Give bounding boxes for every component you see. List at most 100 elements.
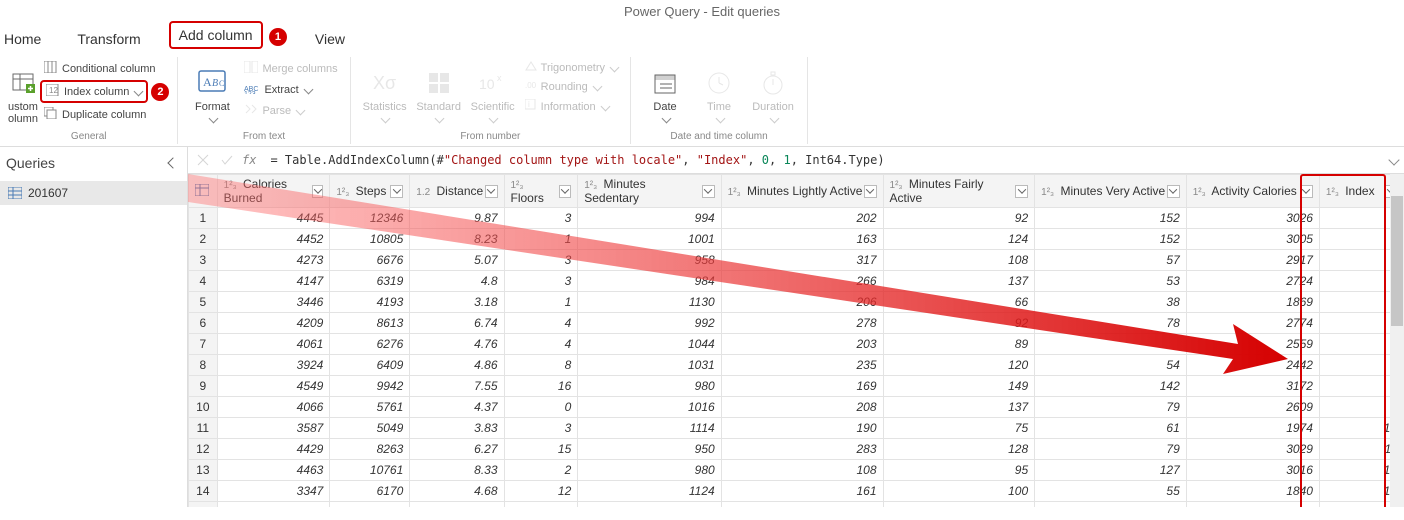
date-button[interactable]: Date xyxy=(639,59,691,125)
cell[interactable]: 8.23 xyxy=(410,229,504,250)
cell[interactable]: 4147 xyxy=(217,271,330,292)
table-row[interactable]: 15374459094.49210311558779219414 xyxy=(189,502,1404,508)
table-row[interactable]: 4414763194.839842661375327243 xyxy=(189,271,1404,292)
cell[interactable]: 992 xyxy=(578,313,721,334)
cell[interactable]: 6276 xyxy=(330,334,410,355)
cell[interactable]: 0 xyxy=(504,397,578,418)
cell[interactable]: 79 xyxy=(1035,502,1187,508)
cell[interactable]: 149 xyxy=(883,376,1035,397)
cell[interactable]: 266 xyxy=(721,271,883,292)
cell[interactable]: 4273 xyxy=(217,250,330,271)
table-row[interactable]: 6420986136.744992278927827745 xyxy=(189,313,1404,334)
cell[interactable]: 4.37 xyxy=(410,397,504,418)
cell[interactable]: 89 xyxy=(883,334,1035,355)
table-row[interactable]: 11358750493.83311141907561197410 xyxy=(189,418,1404,439)
cell[interactable]: 4549 xyxy=(217,376,330,397)
row-number[interactable]: 4 xyxy=(189,271,218,292)
filter-icon[interactable] xyxy=(1300,185,1313,198)
cell[interactable]: 4061 xyxy=(217,334,330,355)
filter-icon[interactable] xyxy=(864,185,877,198)
filter-icon[interactable] xyxy=(559,185,571,198)
cell[interactable]: 79 xyxy=(1035,397,1187,418)
row-number[interactable]: 13 xyxy=(189,460,218,481)
cell[interactable]: 4445 xyxy=(217,208,330,229)
cell[interactable]: 78 xyxy=(1035,313,1187,334)
row-number[interactable]: 11 xyxy=(189,418,218,439)
cell[interactable]: 124 xyxy=(883,229,1035,250)
cell[interactable]: 9.87 xyxy=(410,208,504,229)
cell[interactable]: 5049 xyxy=(330,418,410,439)
format-button[interactable]: ABC Format xyxy=(186,59,238,125)
cell[interactable]: 1031 xyxy=(578,502,721,508)
cell[interactable]: 2 xyxy=(504,502,578,508)
table-row[interactable]: 5344641933.1811130206663818694 xyxy=(189,292,1404,313)
cell[interactable]: 2194 xyxy=(1186,502,1319,508)
cell[interactable]: 4.8 xyxy=(410,271,504,292)
cell[interactable]: 128 xyxy=(883,439,1035,460)
table-row[interactable]: 14445123469.8739942029215230260 xyxy=(189,208,1404,229)
cell[interactable]: 9942 xyxy=(330,376,410,397)
conditional-column-button[interactable]: Conditional column xyxy=(40,59,169,78)
cell[interactable]: 278 xyxy=(721,313,883,334)
formula-bar[interactable]: fx = Table.AddIndexColumn(#"Changed colu… xyxy=(188,147,1404,174)
cell[interactable]: 4463 xyxy=(217,460,330,481)
cell[interactable]: 8 xyxy=(504,355,578,376)
cell[interactable]: 2774 xyxy=(1186,313,1319,334)
tab-transform[interactable]: Transform xyxy=(69,27,148,51)
table-row[interactable]: 134463107618.33298010895127301612 xyxy=(189,460,1404,481)
cell[interactable]: 169 xyxy=(721,376,883,397)
cell[interactable]: 1840 xyxy=(1186,481,1319,502)
cell[interactable]: 155 xyxy=(721,502,883,508)
cell[interactable]: 1031 xyxy=(578,355,721,376)
cell[interactable]: 3026 xyxy=(1186,208,1319,229)
column-header[interactable]: 1.2 Distance xyxy=(410,175,504,208)
cell[interactable]: 980 xyxy=(578,376,721,397)
cell[interactable]: 57 xyxy=(1035,250,1187,271)
cell[interactable]: 3587 xyxy=(217,418,330,439)
cell[interactable]: 3744 xyxy=(217,502,330,508)
cell[interactable]: 5761 xyxy=(330,397,410,418)
row-number[interactable]: 15 xyxy=(189,502,218,508)
cell[interactable]: 1 xyxy=(504,229,578,250)
cell[interactable]: 5.07 xyxy=(410,250,504,271)
cell[interactable]: 152 xyxy=(1035,208,1187,229)
cell[interactable]: 1044 xyxy=(578,334,721,355)
row-number[interactable]: 5 xyxy=(189,292,218,313)
cell[interactable]: 4066 xyxy=(217,397,330,418)
table-row[interactable]: 24452108058.231100116312415230051 xyxy=(189,229,1404,250)
cell[interactable]: 202 xyxy=(721,208,883,229)
extract-button[interactable]: ABC123 Extract xyxy=(240,80,341,99)
cell[interactable]: 6409 xyxy=(330,355,410,376)
cell[interactable]: 203 xyxy=(721,334,883,355)
cell[interactable] xyxy=(1035,334,1187,355)
tab-home[interactable]: Home xyxy=(4,27,49,51)
cell[interactable]: 4429 xyxy=(217,439,330,460)
cell[interactable]: 3 xyxy=(504,418,578,439)
cell[interactable]: 1001 xyxy=(578,229,721,250)
filter-icon[interactable] xyxy=(390,185,403,198)
cell[interactable]: 6319 xyxy=(330,271,410,292)
cell[interactable]: 95 xyxy=(883,460,1035,481)
cell[interactable]: 4.68 xyxy=(410,481,504,502)
cell[interactable]: 5909 xyxy=(330,502,410,508)
cell[interactable]: 950 xyxy=(578,439,721,460)
table-row[interactable]: 9454999427.551698016914914231728 xyxy=(189,376,1404,397)
cell[interactable]: 984 xyxy=(578,271,721,292)
row-number[interactable]: 8 xyxy=(189,355,218,376)
cell[interactable]: 8.33 xyxy=(410,460,504,481)
cell[interactable]: 137 xyxy=(883,271,1035,292)
column-header[interactable]: 1²₃ Minutes Fairly Active xyxy=(883,175,1035,208)
tab-view[interactable]: View xyxy=(307,27,353,51)
cell[interactable]: 980 xyxy=(578,460,721,481)
row-number[interactable]: 9 xyxy=(189,376,218,397)
filter-icon[interactable] xyxy=(1167,185,1180,198)
cell[interactable]: 2609 xyxy=(1186,397,1319,418)
cell[interactable]: 4 xyxy=(504,313,578,334)
cell[interactable]: 2724 xyxy=(1186,271,1319,292)
cell[interactable]: 4.86 xyxy=(410,355,504,376)
cell[interactable]: 120 xyxy=(883,355,1035,376)
row-number[interactable]: 14 xyxy=(189,481,218,502)
filter-icon[interactable] xyxy=(702,185,715,198)
cell[interactable]: 3 xyxy=(504,208,578,229)
cell[interactable]: 317 xyxy=(721,250,883,271)
